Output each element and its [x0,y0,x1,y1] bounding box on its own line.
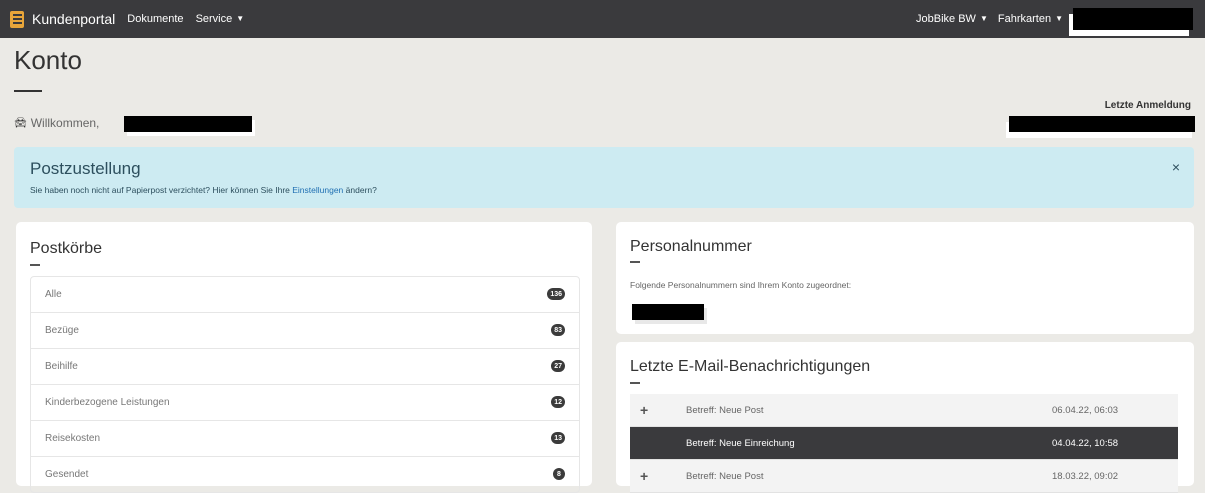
postkorb-bezuege[interactable]: Bezüge 83 [31,312,579,348]
nav-jobbike-label: JobBike BW [916,13,976,25]
welcome-line: 🚘︎ Willkommen, [14,116,99,130]
last-login-label: Letzte Anmeldung [1104,100,1191,111]
user-name-redacted [124,116,252,132]
postkoerbe-list: Alle 136 Bezüge 83 Beihilfe 27 Kinderbez… [30,276,580,493]
brand[interactable]: Kundenportal [10,10,115,28]
postkorb-label: Kinderbezogene Leistungen [45,397,170,408]
notification-date: 06.04.22, 06:03 [1052,404,1119,416]
count-badge: 83 [551,324,565,336]
postkorb-label: Beihilfe [45,361,78,372]
nav-right: JobBike BW ▼ Fahrkarten ▼ [906,0,1205,38]
count-badge: 136 [547,288,565,300]
personalnummer-divider [630,261,640,263]
state-crest-icon [10,10,24,28]
alert-title: Postzustellung [30,159,141,178]
postkorb-label: Gesendet [45,469,89,480]
count-badge: 13 [551,432,565,444]
postkorb-label: Alle [45,289,62,300]
postkoerbe-card: Postkörbe Alle 136 Bezüge 83 Beihilfe 27… [16,222,592,493]
count-badge: 27 [551,360,565,372]
postkorb-label: Reisekosten [45,433,101,444]
navbar: Kundenportal Dokumente Service ▼ JobBike … [0,0,1205,38]
close-icon[interactable]: × [1172,159,1180,175]
nav-service[interactable]: Service ▼ [196,13,245,25]
notification-subject: Betreff: Neue Post [686,404,764,416]
postkorb-kinderbezogene-leistungen[interactable]: Kinderbezogene Leistungen 12 [31,384,579,420]
postkorb-beihilfe[interactable]: Beihilfe 27 [31,348,579,384]
nav-service-label: Service [195,13,233,25]
nav-jobbike[interactable]: JobBike BW ▼ [916,13,988,25]
page-title: Konto [14,45,82,75]
notification-row[interactable]: + Betreff: Neue Post 06.04.22, 06:03 [630,394,1178,427]
count-badge: 12 [551,396,565,408]
postzustellung-alert: Postzustellung Sie haben noch nicht auf … [14,147,1194,208]
notification-date: 04.04.22, 10:58 [1052,437,1119,449]
plus-icon[interactable]: + [640,468,648,484]
car-icon: 🚘︎ [14,117,27,129]
last-login-redacted [1009,116,1195,132]
notifications-title: Letzte E-Mail-Benachrichtigungen [630,358,871,375]
notifications-card: Letzte E-Mail-Benachrichtigungen + Betre… [616,342,1194,493]
alert-text: Sie haben noch nicht auf Papierpost verz… [30,185,377,195]
brand-title[interactable]: Kundenportal [32,11,115,27]
alert-text-after: ändern? [343,185,377,195]
postkorb-label: Bezüge [45,325,79,336]
alert-text-before: Sie haben noch nicht auf Papierpost verz… [30,185,293,195]
plus-icon[interactable]: + [640,402,648,418]
personalnummer-redacted [632,304,704,320]
einstellungen-link[interactable]: Einstellungen [292,185,343,195]
nav-dokumente[interactable]: Dokumente [127,13,183,25]
notification-row-active[interactable]: Betreff: Neue Einreichung 04.04.22, 10:5… [630,427,1178,460]
postkorb-reisekosten[interactable]: Reisekosten 13 [31,420,579,456]
notifications-list: + Betreff: Neue Post 06.04.22, 06:03 Bet… [630,394,1178,493]
personalnummer-title: Personalnummer [630,238,752,255]
postkorb-alle[interactable]: Alle 136 [31,277,579,312]
personalnummer-card: Personalnummer Folgende Personalnummern … [616,222,1194,334]
notification-row[interactable]: + Betreff: Neue Post 18.03.22, 09:02 [630,460,1178,493]
welcome-text: Willkommen, [30,116,100,130]
postkoerbe-divider [30,264,40,266]
notification-date: 18.03.22, 09:02 [1052,470,1119,482]
personalnummer-text: Folgende Personalnummern sind Ihrem Kont… [630,280,852,290]
caret-down-icon: ▼ [236,14,245,23]
postkoerbe-title: Postkörbe [30,240,103,257]
nav-fahrkarten-label: Fahrkarten [997,13,1052,25]
count-badge: 8 [553,468,565,480]
postkorb-gesendet[interactable]: Gesendet 8 [31,456,579,492]
notification-subject: Betreff: Neue Einreichung [686,437,795,449]
caret-down-icon: ▼ [1055,14,1063,23]
notifications-divider [630,382,640,384]
nav-fahrkarten[interactable]: Fahrkarten ▼ [998,13,1063,25]
caret-down-icon: ▼ [979,14,988,23]
notification-subject: Betreff: Neue Post [686,470,764,482]
title-divider [14,90,42,92]
user-menu-redacted[interactable] [1073,8,1193,30]
